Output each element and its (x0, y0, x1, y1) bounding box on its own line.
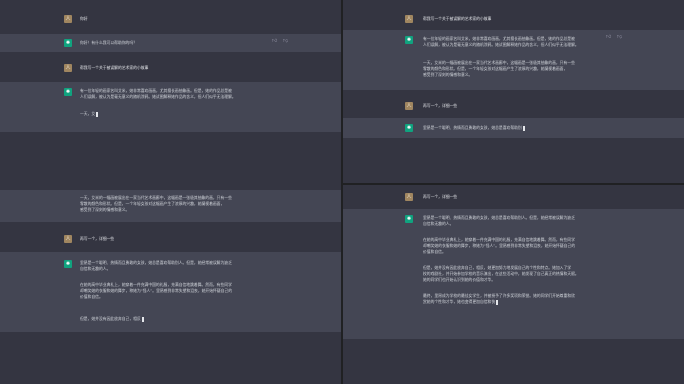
typing-cursor (141, 316, 144, 322)
user-message: 人 再写一个，详细一些 (0, 228, 341, 250)
reply-line: 在她的高中毕业典礼上，她穿着一件充满中国的礼服，充满自信地跳着舞。然而，有些同学 (80, 282, 232, 287)
chatgpt-logo-icon: ✺ (405, 124, 413, 132)
assistant-message: ✺ 有一位年轻的画家名叫艾米，她非常喜欢画画，尤其擅长画抽象画。但是，她的作品总… (343, 30, 684, 90)
assistant-message: ✺ 有一位年轻的画家名叫艾米，她非常喜欢画画，尤其擅长画抽象画。但是，她的作品总… (0, 82, 341, 132)
reply-line: 在她的高中毕业典礼上，她穿着一件充满中国的礼服，充满自信地跳着舞。然而，有些同学 (423, 237, 575, 242)
user-message: 人 再写一个，详细一些 (343, 187, 684, 207)
reply-text: 赏她的个性和才华，她也变得更加自信和快 (423, 299, 496, 304)
reply-line: 自信和无趣的人。 (80, 266, 111, 271)
reply-line: 却嘲笑她的衣服和她的舞步，称她为“怪人”。里昂感到非常失望和沮丧，她开始怀疑自己… (80, 288, 233, 293)
reply-line: 但是，她并没有因此放弃自己，相反，她更加努力地发展自己的个性和特点。她加入了学 (423, 265, 572, 270)
message-text: 你好 (80, 16, 88, 21)
thumbs-down-icon[interactable]: 👎︎ (617, 34, 622, 40)
chatgpt-logo-icon: ✺ (64, 260, 72, 268)
reply-line: 感受到了深刻的情感和意义。 (80, 207, 130, 212)
message-text: 再写一个，详细一些 (423, 194, 458, 199)
right-chat-panel-bottom: 人 再写一个，详细一些 ✺ 里昂是一个聪明、热情而且勇敢的女孩，她总是喜欢帮助别… (343, 185, 684, 384)
reply-text: 一天，艾 (80, 111, 96, 116)
typing-cursor (522, 125, 525, 131)
chatgpt-logo-icon: ✺ (64, 88, 72, 96)
user-avatar-icon: 人 (64, 15, 72, 23)
user-avatar-icon: 人 (405, 193, 413, 201)
user-avatar-icon: 人 (64, 235, 72, 243)
thumbs-up-icon[interactable]: 👍︎ (272, 38, 277, 44)
chatgpt-logo-icon: ✺ (405, 215, 413, 223)
reply-line: 但是，她并没有因此放弃自己，相反 (80, 316, 144, 322)
message-text: 再写一个，详细一些 (80, 236, 115, 241)
reply-line: 里昂是一个聪明、热情而且勇敢的女孩，她总是喜欢帮助别人。但是，她经常被误解为缺乏 (80, 260, 232, 265)
reply-line: 最终，里昂成为学校的最佳女学生，并被授予了许多奖项和荣誉。她的同学们开始尊重和欣 (423, 293, 575, 298)
left-chat-panel: 人 你好 ✺ 你好！有什么我可以帮助你的吗？ 👍︎ 👎︎ 人 帮我写一个关于被误… (0, 0, 341, 384)
assistant-message: ✺ 里昂是一个聪明、热情而且勇敢的女孩，她总是喜欢帮助别 (343, 118, 684, 138)
reply-line: 零散的颜色和形状。但是，一个年轻女孩对这幅画产生了浓厚的兴趣，她凝视着画面， (80, 201, 225, 206)
user-message: 人 帮我写一个关于被误解的艺术家的小故事 (0, 58, 341, 78)
reply-line: 零散的颜色和形状。但是，一个年轻女孩对这幅画产生了浓厚的兴趣，她凝视着画面， (423, 66, 568, 71)
reply-line: 一天，艾米的一幅画被展出在一家当代艺术画廊中，这幅画是一张极其抽象的画，只有一些 (423, 60, 575, 65)
user-message: 人 你好 (0, 10, 341, 28)
reply-line: 却嘲笑她的衣服和她的舞步，称她为“怪人”。里昂感到非常失望和沮丧，她开始怀疑自己… (423, 243, 576, 248)
reply-line: 人们误解，被认为是毫无意义的随机涂鸦。她试图解释她作品的含义，但人们似乎无法理解… (423, 42, 579, 47)
thumbs-down-icon[interactable]: 👎︎ (283, 38, 288, 44)
message-text: 你好！有什么我可以帮助你的吗？ (80, 40, 137, 45)
reply-line: 里昂是一个聪明、热情而且勇敢的女孩，她总是喜欢帮助别人。但是，她经常被误解为缺乏 (423, 215, 575, 220)
reply-line: 人们误解，被认为是毫无意义的随机涂鸦。她试图解释她作品的含义，但人们似乎无法理解… (80, 94, 236, 99)
reply-text: 但是，她并没有因此放弃自己，相反 (80, 316, 141, 321)
reply-line: 她的同学们也开始认识到她的价值和才华。 (423, 277, 496, 282)
reply-line: 价值和自信。 (80, 294, 103, 299)
assistant-message: ✺ 里昂是一个聪明、热情而且勇敢的女孩，她总是喜欢帮助别人。但是，她经常被误解为… (343, 209, 684, 339)
reply-line: 价值和自信。 (423, 249, 446, 254)
chatgpt-logo-icon: ✺ (405, 36, 413, 44)
reply-line: 一天，艾 (80, 111, 99, 117)
reply-line: 校的戏剧社，并开始参加学校的音乐演出，在这些活动中，她发现了自己真正的热情和天赋… (423, 271, 579, 276)
reply-text: 里昂是一个聪明、热情而且勇敢的女孩，她总是喜欢帮助别 (423, 125, 522, 130)
user-avatar-icon: 人 (64, 64, 72, 72)
reply-line: 一天，艾米的一幅画被展出在一家当代艺术画廊中，这幅画是一张极其抽象的画，只有一些 (80, 195, 232, 200)
message-text: 帮我写一个关于被误解的艺术家的小故事 (423, 16, 492, 21)
user-message: 人 再写一个，详细一些 (343, 96, 684, 116)
assistant-message-continued: 一天，艾米的一幅画被展出在一家当代艺术画廊中，这幅画是一张极其抽象的画，只有一些… (0, 190, 341, 222)
typing-cursor (496, 299, 499, 305)
right-chat-panel-top: 人 帮我写一个关于被误解的艺术家的小故事 ✺ 有一位年轻的画家名叫艾米，她非常喜… (343, 0, 684, 183)
user-avatar-icon: 人 (405, 15, 413, 23)
reply-line: 赏她的个性和才华，她也变得更加自信和快 (423, 299, 499, 305)
thumbs-up-icon[interactable]: 👍︎ (606, 34, 611, 40)
reply-line: 里昂是一个聪明、热情而且勇敢的女孩，她总是喜欢帮助别 (423, 125, 525, 131)
reply-line: 自信和无趣的人。 (423, 221, 454, 226)
assistant-message: ✺ 里昂是一个聪明、热情而且勇敢的女孩，她总是喜欢帮助别人。但是，她经常被误解为… (0, 252, 341, 332)
reply-line: 有一位年轻的画家名叫艾米，她非常喜欢画画，尤其擅长画抽象画。但是，她的作品总是被 (80, 88, 232, 93)
user-message: 人 帮我写一个关于被误解的艺术家的小故事 (343, 10, 684, 28)
user-avatar-icon: 人 (405, 102, 413, 110)
reply-line: 有一位年轻的画家名叫艾米，她非常喜欢画画，尤其擅长画抽象画。但是，她的作品总是被 (423, 36, 575, 41)
reply-line: 感受到了深刻的情感和意义。 (423, 72, 473, 77)
chatgpt-logo-icon: ✺ (64, 39, 72, 47)
typing-cursor (96, 111, 99, 117)
message-text: 帮我写一个关于被误解的艺术家的小故事 (80, 65, 149, 70)
assistant-message: ✺ 你好！有什么我可以帮助你的吗？ 👍︎ 👎︎ (0, 34, 341, 52)
message-text: 再写一个，详细一些 (423, 103, 458, 108)
